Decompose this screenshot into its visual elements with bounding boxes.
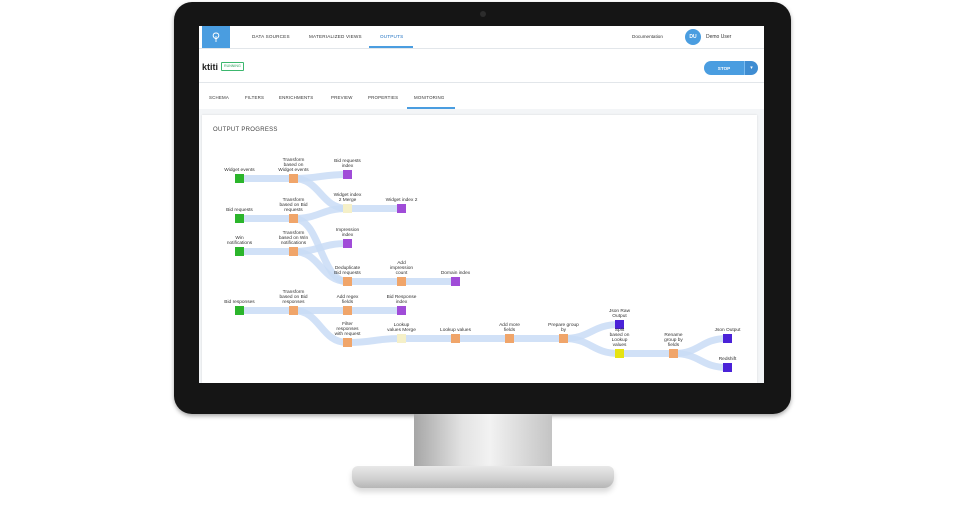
pipeline-node[interactable] xyxy=(723,363,732,372)
pipeline-node[interactable] xyxy=(669,349,678,358)
pipeline-node[interactable] xyxy=(397,204,406,213)
pipeline-node[interactable] xyxy=(235,214,244,223)
pipeline-node-label: Deduplicate Bid requests xyxy=(334,266,361,277)
pipeline-node[interactable] xyxy=(289,214,298,223)
pipeline-node[interactable] xyxy=(397,277,406,286)
pipeline-node-label: Prepare group by xyxy=(548,323,579,334)
pipeline-node[interactable] xyxy=(289,306,298,315)
pipeline-node-label: Transform based on Bid requests xyxy=(279,197,308,214)
pipeline-node-label: Widget index 2 xyxy=(385,198,418,204)
pipeline-node[interactable] xyxy=(615,349,624,358)
pipeline-node[interactable] xyxy=(559,334,568,343)
pipeline-node-label: Bid requests xyxy=(226,208,253,214)
pipeline-node-label: Bid requests index xyxy=(334,159,361,170)
monitor-stand-base xyxy=(352,466,614,488)
pipeline-node[interactable] xyxy=(723,334,732,343)
pipeline-node-label: Transform based on Widget events xyxy=(278,157,309,174)
pipeline-node[interactable] xyxy=(235,306,244,315)
pipeline-node-label: Add more fields xyxy=(499,323,520,334)
pipeline-node[interactable] xyxy=(343,338,352,347)
pipeline-node[interactable] xyxy=(397,306,406,315)
pipeline-node[interactable] xyxy=(343,306,352,315)
monitor-stand-neck xyxy=(414,414,552,470)
pipeline-node[interactable] xyxy=(289,247,298,256)
pipeline-node[interactable] xyxy=(397,334,406,343)
pipeline-node-label: Filter responses with request xyxy=(334,321,361,338)
pipeline-node-label: Domain index xyxy=(440,271,471,277)
pipeline-node-label: Lookup values Merge xyxy=(387,323,416,334)
pipeline-node[interactable] xyxy=(289,174,298,183)
pipeline-node-label: Add regex fields xyxy=(336,295,359,306)
pipeline-node-label: Add impression count xyxy=(389,260,414,277)
pipeline-node[interactable] xyxy=(343,170,352,179)
pipeline-node[interactable] xyxy=(451,334,460,343)
camera-icon xyxy=(480,11,486,17)
pipeline-node-label: Bid responses xyxy=(224,300,255,306)
pipeline-node-label: Rename group by fields xyxy=(664,332,683,349)
pipeline-node-label: Lookup values xyxy=(440,328,471,334)
pipeline-node-label: Transform based on Bid responses xyxy=(279,289,308,306)
pipeline-edge xyxy=(344,335,405,346)
app-screen: DATA SOURCES MATERIALIZED VIEWS OUTPUTS … xyxy=(199,26,764,383)
pipeline-node[interactable] xyxy=(235,247,244,256)
pipeline-node[interactable] xyxy=(343,204,352,213)
pipeline-node-label: Widget index 2 Merge xyxy=(333,193,362,204)
pipeline-node-label: Bid Response index xyxy=(386,295,417,306)
pipeline-node-label: Json Output xyxy=(714,328,741,334)
pipeline-node-label: Redshift xyxy=(718,357,737,363)
pipeline-node[interactable] xyxy=(451,277,460,286)
pipeline-node[interactable] xyxy=(505,334,514,343)
pipeline-node[interactable] xyxy=(343,239,352,248)
pipeline-node-label: Win notifications xyxy=(226,236,253,247)
pipeline-node[interactable] xyxy=(235,174,244,183)
pipeline-node-label: Impression index xyxy=(335,228,360,239)
pipeline-node-label: Transform based on Win notifications xyxy=(278,230,309,247)
pipeline-node-label: Split based on Lookup values xyxy=(609,327,630,349)
pipeline-node-label: Json Raw Output xyxy=(608,309,631,320)
pipeline-node-label: Widget events xyxy=(224,168,255,174)
pipeline-node[interactable] xyxy=(343,277,352,286)
